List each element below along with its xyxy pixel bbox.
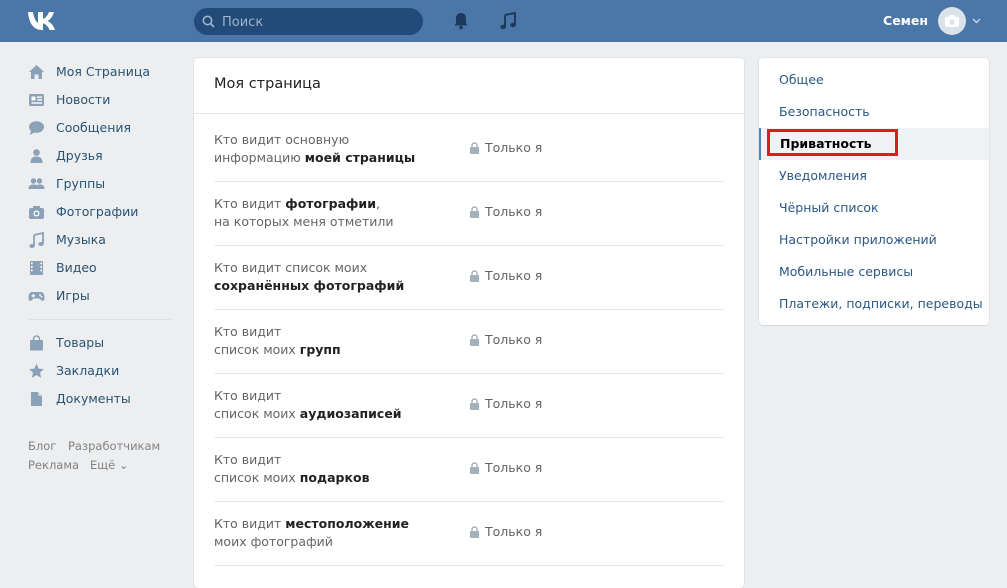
lock-icon <box>470 334 479 346</box>
nav-item-bookmarks[interactable]: Закладки <box>28 359 178 383</box>
settings-menu-general[interactable]: Общее <box>759 64 989 96</box>
lock-icon <box>470 142 479 154</box>
nav-item-friends[interactable]: Друзья <box>28 144 178 168</box>
divider <box>214 181 724 182</box>
settings-menu-app-settings[interactable]: Настройки приложений <box>759 224 989 256</box>
privacy-row-gifts: Кто видит список моих подарков Только я <box>214 452 543 485</box>
groups-icon <box>28 178 45 189</box>
nav-label: Товары <box>56 335 105 350</box>
lock-icon <box>470 526 479 538</box>
divider <box>194 113 744 114</box>
section-title: Моя страница <box>214 76 321 92</box>
privacy-row-audio: Кто видит список моих аудиозаписей Тольк… <box>214 388 543 421</box>
settings-menu-notifications[interactable]: Уведомления <box>759 160 989 192</box>
footer-link-developers[interactable]: Разработчикам <box>68 439 160 453</box>
settings-menu-blacklist[interactable]: Чёрный список <box>759 192 989 224</box>
document-icon <box>31 392 42 406</box>
nav-item-games[interactable]: Игры <box>28 284 178 308</box>
footer-link-ads[interactable]: Реклама <box>28 458 79 472</box>
privacy-row-label: Кто видит местоположение моих фотографий <box>214 516 409 549</box>
news-icon <box>29 94 44 106</box>
camera-icon <box>29 206 44 219</box>
lock-icon <box>470 462 479 474</box>
search-box[interactable] <box>194 8 423 37</box>
bag-icon <box>30 335 43 351</box>
friends-icon <box>30 149 43 163</box>
nav-label: Документы <box>56 391 131 406</box>
privacy-row-tagged-photos: Кто видит фотографии, на которых меня от… <box>214 196 543 229</box>
privacy-row-saved-photos: Кто видит список моих сохранённых фотогр… <box>214 260 543 293</box>
privacy-row-main-info: Кто видит основную информацию моей стран… <box>214 132 543 165</box>
nav-label: Моя Страница <box>56 64 150 79</box>
divider <box>214 501 724 502</box>
privacy-row-label: Кто видит список моих групп <box>214 324 341 357</box>
nav-item-music[interactable]: Музыка <box>28 228 178 252</box>
avatar[interactable] <box>938 7 966 35</box>
home-icon <box>29 65 44 79</box>
privacy-row-label: Кто видит фотографии, на которых меня от… <box>214 196 394 229</box>
nav-item-goods[interactable]: Товары <box>28 331 178 355</box>
nav-item-photos[interactable]: Фотографии <box>28 200 178 224</box>
nav-item-news[interactable]: Новости <box>28 88 178 112</box>
footer-link-more[interactable]: Ещё ⌄ <box>90 458 128 472</box>
settings-menu-security[interactable]: Безопасность <box>759 96 989 128</box>
nav-item-messages[interactable]: Сообщения <box>28 116 178 140</box>
privacy-row-label: Кто видит список моих аудиозаписей <box>214 388 402 421</box>
nav-divider <box>28 319 171 320</box>
privacy-row-groups: Кто видит список моих групп Только я <box>214 324 543 357</box>
star-icon <box>29 363 44 378</box>
lock-icon <box>470 206 479 218</box>
nav-label: Фотографии <box>56 204 139 219</box>
red-highlight-annotation <box>767 129 898 156</box>
music-icon <box>29 232 44 248</box>
bell-icon[interactable] <box>453 12 469 30</box>
privacy-row-label: Кто видит список моих сохранённых фотогр… <box>214 260 405 293</box>
nav-item-my-page[interactable]: Моя Страница <box>28 60 178 84</box>
vk-logo[interactable] <box>27 10 63 32</box>
footer-link-blog[interactable]: Блог <box>28 439 56 453</box>
messages-icon <box>29 121 44 135</box>
privacy-row-label: Кто видит список моих подарков <box>214 452 370 485</box>
camera-icon <box>945 15 959 27</box>
privacy-settings-card: Моя страница Кто видит основную информац… <box>194 58 744 588</box>
nav-label: Группы <box>56 176 106 191</box>
gamepad-icon <box>28 292 45 301</box>
divider <box>214 437 724 438</box>
nav-item-groups[interactable]: Группы <box>28 172 178 196</box>
video-icon <box>30 261 43 275</box>
nav-label: Новости <box>56 92 111 107</box>
nav-label: Сообщения <box>56 120 132 135</box>
top-header: Семен <box>0 0 1007 42</box>
nav-label: Видео <box>56 260 97 275</box>
nav-label: Игры <box>56 288 90 303</box>
chevron-down-icon[interactable] <box>972 18 981 24</box>
divider <box>214 565 724 566</box>
nav-label: Музыка <box>56 232 106 247</box>
nav-item-video[interactable]: Видео <box>28 256 178 280</box>
lock-icon <box>470 270 479 282</box>
settings-menu-mobile-services[interactable]: Мобильные сервисы <box>759 256 989 288</box>
privacy-row-label: Кто видит основную информацию моей стран… <box>214 132 416 165</box>
nav-label: Закладки <box>56 363 120 378</box>
user-name[interactable]: Семен <box>860 13 928 28</box>
lock-icon <box>470 398 479 410</box>
search-icon <box>202 15 215 28</box>
divider <box>214 309 724 310</box>
privacy-row-photo-location: Кто видит местоположение моих фотографий… <box>214 516 543 549</box>
divider <box>214 373 724 374</box>
music-note-icon[interactable] <box>500 12 516 30</box>
settings-menu: Общее Безопасность Приватность Уведомлен… <box>759 58 989 325</box>
nav-item-documents[interactable]: Документы <box>28 387 178 411</box>
search-input[interactable] <box>220 8 414 37</box>
nav-label: Друзья <box>56 148 103 163</box>
divider <box>214 245 724 246</box>
settings-menu-payments[interactable]: Платежи, подписки, переводы <box>759 288 989 320</box>
